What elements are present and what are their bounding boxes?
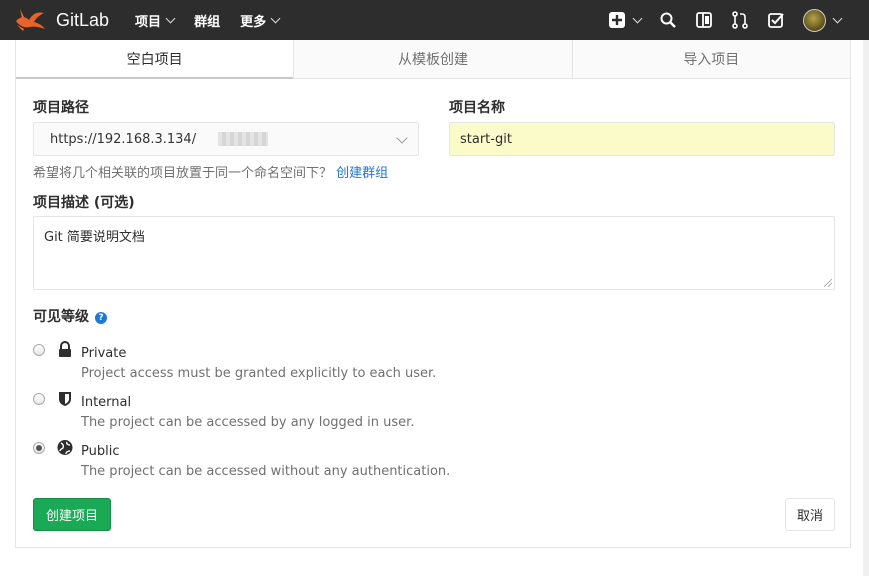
chevron-down-icon: [270, 13, 281, 23]
gitlab-tanuki-icon: [16, 9, 45, 31]
nav-more[interactable]: 更多: [240, 11, 281, 30]
project-name-value: start-git: [460, 131, 512, 147]
resize-handle[interactable]: [824, 279, 832, 287]
cancel-button[interactable]: 取消: [785, 498, 835, 531]
tab-import-project[interactable]: 导入项目: [571, 40, 850, 79]
chevron-down-icon: [396, 132, 408, 144]
merge-requests-button[interactable]: [731, 11, 749, 29]
visibility-option-public[interactable]: Public The project can be accessed witho…: [33, 440, 533, 486]
visibility-option-internal[interactable]: Internal The project can be accessed by …: [33, 392, 533, 437]
namespace-hint-text: 希望将几个相关联的项目放置于同一个命名空间下？: [33, 166, 333, 181]
nav-projects[interactable]: 项目: [135, 11, 176, 30]
project-description-value: Git 简要说明文档: [44, 230, 145, 245]
visibility-internal-title: Internal: [81, 395, 132, 410]
project-description-label: 项目描述 (可选): [33, 195, 135, 211]
new-project-panel: 空白项目 从模板创建 导入项目 项目路径 https://192.168.3.1…: [15, 40, 851, 548]
namespace-hint: 希望将几个相关联的项目放置于同一个命名空间下？ 创建群组: [33, 162, 388, 181]
chevron-down-icon: [165, 13, 176, 23]
visibility-level-label: 可见等级?: [33, 306, 107, 326]
radio-internal[interactable]: [33, 393, 45, 405]
chevron-down-icon: [632, 13, 643, 23]
visibility-option-private[interactable]: Private Project access must be granted e…: [33, 341, 533, 388]
gitlab-logo[interactable]: GitLab: [14, 5, 109, 35]
nav-groups-label: 群组: [194, 14, 221, 30]
tab-blank-project[interactable]: 空白项目: [16, 40, 294, 79]
visibility-internal-desc: The project can be accessed by any logge…: [81, 415, 415, 430]
help-icon[interactable]: ?: [95, 312, 107, 324]
redacted-namespace: [218, 132, 269, 146]
new-item-button[interactable]: [608, 11, 643, 29]
search-button[interactable]: [659, 11, 677, 29]
chevron-down-icon: [832, 13, 843, 23]
navbar-actions: [590, 0, 843, 40]
user-menu[interactable]: [803, 8, 843, 32]
tab-create-from-template[interactable]: 从模板创建: [293, 40, 572, 79]
nav-groups[interactable]: 群组: [194, 11, 220, 30]
plus-square-icon: [609, 12, 625, 28]
visibility-private-title: Private: [81, 346, 127, 361]
visibility-public-title: Public: [81, 444, 120, 459]
issues-button[interactable]: [695, 11, 713, 29]
radio-public[interactable]: [33, 442, 45, 454]
search-icon: [660, 12, 676, 28]
radio-private[interactable]: [33, 344, 45, 356]
visibility-private-desc: Project access must be granted explicitl…: [81, 366, 437, 381]
todos-button[interactable]: [767, 11, 785, 29]
project-name-input[interactable]: start-git: [449, 122, 835, 156]
nav-more-label: 更多: [240, 14, 267, 30]
nav-projects-label: 项目: [135, 14, 162, 30]
main-nav: 项目 群组 更多: [135, 11, 299, 30]
sidebar-toggle-icon: [696, 12, 712, 28]
project-type-tabs: 空白项目 从模板创建 导入项目: [16, 40, 850, 79]
brand-name: GitLab: [56, 9, 110, 30]
project-name-label: 项目名称: [449, 100, 505, 116]
create-group-link[interactable]: 创建群组: [336, 166, 388, 181]
merge-request-icon: [732, 11, 748, 29]
top-navbar: GitLab 项目 群组 更多: [0, 0, 869, 40]
project-path-select[interactable]: https://192.168.3.134/: [33, 122, 419, 156]
project-path-label: 项目路径: [33, 100, 89, 116]
visibility-level-text: 可见等级: [33, 309, 89, 325]
project-description-textarea[interactable]: Git 简要说明文档: [33, 216, 835, 290]
create-project-button[interactable]: 创建项目: [33, 498, 111, 531]
todo-check-icon: [768, 13, 784, 28]
page-scrollbar[interactable]: [863, 40, 869, 576]
project-path-value: https://192.168.3.134/: [50, 131, 197, 147]
lock-icon: [59, 341, 71, 357]
avatar: [803, 8, 826, 32]
shield-icon: [59, 392, 71, 406]
globe-icon: [57, 440, 73, 455]
visibility-public-desc: The project can be accessed without any …: [81, 464, 451, 479]
